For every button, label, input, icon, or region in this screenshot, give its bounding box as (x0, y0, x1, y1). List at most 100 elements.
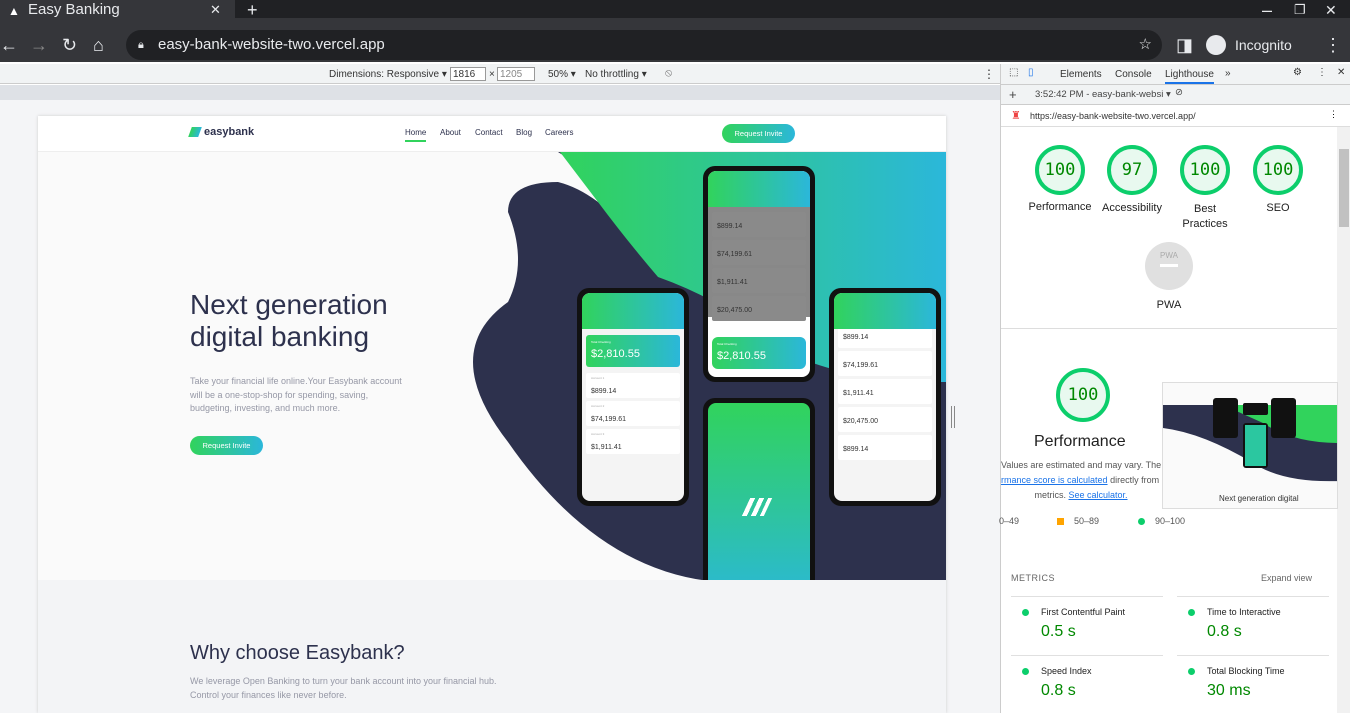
phone-mockup-right: $899.14 $74,199.61 $1,911.41 $20,475.00 … (829, 288, 941, 506)
tab-title: Easy Banking (28, 1, 120, 18)
resize-handle[interactable] (951, 406, 955, 428)
url-input[interactable]: 🔒︎ easy-bank-website-two.vercel.app ☆ (126, 30, 1162, 60)
request-invite-hero-button[interactable]: Request Invite (190, 436, 263, 455)
incognito-label[interactable]: Incognito (1235, 37, 1292, 53)
home-icon[interactable]: ⌂ (93, 35, 104, 55)
hero-title-line-1: Next generation (190, 289, 388, 320)
hero-description: Take your financial life online.Your Eas… (190, 376, 402, 413)
why-description: We leverage Open Banking to turn your ba… (190, 676, 497, 700)
performance-note: Values are estimated and may vary. The r… (1001, 458, 1161, 503)
performance-gauge-large: 100 (1056, 368, 1110, 422)
pwa-badge-text: PWA (1160, 251, 1178, 260)
devtools-panel: ⬚ ▯ Elements Console Lighthouse » ⚙ ⋮ ✕ … (999, 64, 1350, 713)
tab-console[interactable]: Console (1115, 69, 1152, 80)
zoom-select[interactable]: 50% ▾ (548, 69, 576, 80)
scrollbar[interactable] (1337, 127, 1350, 713)
phone-mockup-top: $899.14 $74,199.61 $1,911.41 $20,475.00 Tot… (703, 166, 815, 382)
expand-view-toggle[interactable]: Expand view (1261, 573, 1312, 583)
height-input[interactable]: 1205 (497, 67, 535, 81)
nav-blog[interactable]: Blog (516, 128, 532, 137)
final-screenshot[interactable]: Next generation digital (1162, 382, 1338, 509)
score-gauge-accessibility[interactable]: 97 (1107, 145, 1157, 195)
url-text: easy-bank-website-two.vercel.app (158, 36, 385, 53)
pwa-label: PWA (1156, 299, 1182, 311)
metrics-heading: METRICS (1011, 573, 1055, 583)
report-select[interactable]: 3:52:42 PM - easy-bank-websi ▾ (1035, 89, 1171, 100)
nav-about[interactable]: About (440, 128, 461, 137)
report-url-link[interactable]: https://easy-bank-website-two.vercel.app… (1030, 111, 1196, 121)
score-label: SEO (1266, 202, 1290, 214)
width-input[interactable]: 1816 (450, 67, 486, 81)
divider (1001, 328, 1337, 329)
logo-icon (188, 127, 202, 137)
metric-tbt: Total Blocking Time 30 ms (1177, 655, 1329, 700)
settings-gear-icon[interactable]: ⚙ (1293, 67, 1302, 78)
inspect-icon[interactable]: ⬚ (1009, 67, 1018, 78)
score-label: Performance (1028, 201, 1092, 213)
hero-title: Next generation digital banking (190, 289, 388, 353)
rotate-icon[interactable]: ⦸ (665, 67, 672, 80)
reload-icon[interactable]: ↻ (62, 35, 77, 55)
note-line: directly from t (1110, 475, 1161, 485)
see-calculator-link[interactable]: See calculator. (1068, 490, 1127, 500)
nav-home[interactable]: Home (405, 128, 427, 142)
back-icon[interactable]: ← (0, 35, 18, 55)
phone-mockup-left: Total Checking $2,810.55 Account 1 $899.14… (577, 288, 689, 506)
why-title: Why choose Easybank? (190, 642, 405, 664)
device-toolbar: Dimensions: Responsive ▾ 1816 × 1205 50%… (0, 64, 1000, 84)
request-invite-header-button[interactable]: Request Invite (722, 124, 795, 143)
app-logo-icon (741, 498, 773, 516)
new-tab-icon[interactable]: + (247, 0, 258, 20)
report-menu-icon[interactable]: ⋮ (1329, 109, 1338, 120)
legend-pass: 90–100 (1155, 516, 1186, 526)
close-devtools-icon[interactable]: ✕ (1337, 67, 1345, 78)
nav-contact[interactable]: Contact (475, 128, 503, 137)
score-gauge-seo[interactable]: 100 (1253, 145, 1303, 195)
average-square-icon (1057, 518, 1064, 525)
logo[interactable]: easybank (204, 126, 254, 138)
hero-title-line-2: digital banking (190, 321, 370, 352)
more-tabs-icon[interactable]: » (1225, 68, 1231, 79)
website-page: easybank Home About Contact Blog Careers… (38, 116, 946, 713)
devtools-menu-icon[interactable]: ⋮ (1317, 67, 1327, 78)
incognito-icon (1206, 35, 1226, 55)
score-gauge-best-practices[interactable]: 100 (1180, 145, 1230, 195)
maximize-icon[interactable]: ❐ (1294, 0, 1306, 20)
score-gauge-performance[interactable]: 100 (1035, 145, 1085, 195)
screenshot-caption: Next generation digital (1219, 494, 1299, 503)
close-window-icon[interactable]: ✕ (1325, 0, 1337, 20)
score-calculated-link[interactable]: rmance score is calculated (1001, 475, 1108, 485)
minimize-icon[interactable]: – (1262, 0, 1272, 20)
screenshot-thumbnail (1163, 398, 1337, 482)
report-url-bar: ♜ https://easy-bank-website-two.vercel.a… (1001, 105, 1350, 127)
metric-tti: Time to Interactive 0.8 s (1177, 596, 1329, 641)
pass-circle-icon (1138, 518, 1145, 525)
nav-careers[interactable]: Careers (545, 128, 573, 137)
clear-icon[interactable]: ⊘ (1175, 87, 1183, 98)
menu-icon[interactable]: ⋮ (1324, 35, 1342, 55)
performance-title: Performance (1034, 433, 1126, 450)
media-query-ruler[interactable] (0, 85, 1000, 100)
site-header: easybank Home About Contact Blog Careers… (38, 116, 946, 152)
throttling-select[interactable]: No throttling ▾ (585, 69, 647, 80)
sidepanel-icon[interactable]: ◨ (1176, 35, 1193, 55)
times-sign: × (489, 69, 495, 80)
dimensions-select[interactable]: Dimensions: Responsive ▾ (329, 69, 447, 80)
tab-lighthouse[interactable]: Lighthouse (1165, 69, 1214, 84)
lighthouse-icon: ♜ (1011, 110, 1021, 122)
note-line: metrics. (1034, 490, 1066, 500)
score-label: Best Practices (1182, 203, 1228, 230)
bookmark-star-icon[interactable]: ☆ (1139, 30, 1152, 60)
pwa-badge[interactable]: PWA (1145, 242, 1193, 290)
new-report-icon[interactable]: + (1009, 87, 1017, 102)
forward-icon[interactable]: → (30, 35, 48, 55)
metric-speed-index: Speed Index 0.8 s (1011, 655, 1163, 700)
more-options-icon[interactable]: ⋮ (983, 67, 995, 81)
close-tab-icon[interactable]: ✕ (210, 0, 221, 19)
device-toggle-icon[interactable]: ▯ (1028, 67, 1034, 78)
legend-fail: 0–49 (999, 516, 1020, 526)
note-line: Values are estimated and may vary. The (1001, 460, 1161, 470)
tab-elements[interactable]: Elements (1060, 69, 1102, 80)
metric-fcp: First Contentful Paint 0.5 s (1011, 596, 1163, 641)
legend-average: 50–89 (1074, 516, 1100, 526)
